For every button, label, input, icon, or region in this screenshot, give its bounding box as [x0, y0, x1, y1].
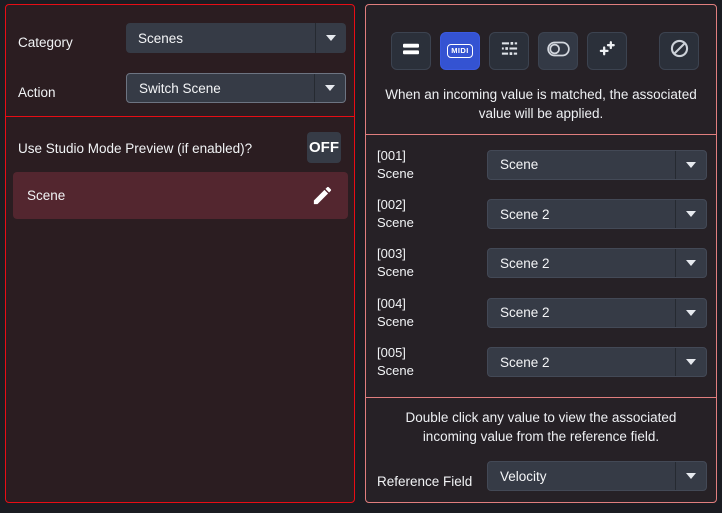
value-mapping-row: [002] Scene Scene 2 [377, 189, 707, 238]
scene-field-row[interactable]: Scene [13, 172, 348, 219]
row-label: [005] Scene [377, 344, 487, 380]
action-dropdown[interactable]: Switch Scene [126, 73, 346, 103]
chevron-down-icon [675, 200, 706, 229]
row-value-dropdown[interactable]: Scene 2 [487, 248, 707, 279]
row-id: [003] [377, 246, 406, 262]
row-id: [005] [377, 345, 406, 361]
sliders-icon-button[interactable] [489, 32, 529, 70]
row-value-dropdown[interactable]: Scene 2 [487, 297, 707, 328]
row-value: Scene 2 [500, 305, 550, 321]
row-type: Scene [377, 215, 414, 231]
red-separator [5, 116, 355, 117]
action-label: Action [18, 85, 56, 100]
chevron-down-icon [675, 348, 706, 377]
row-value-dropdown[interactable]: Scene [487, 149, 707, 180]
row-value: Scene [500, 157, 539, 173]
chevron-down-icon [314, 74, 345, 102]
separator [365, 134, 717, 135]
studio-mode-toggle-button[interactable]: OFF [307, 132, 341, 163]
value-mapping-row: [004] Scene Scene 2 [377, 288, 707, 337]
chevron-down-icon [315, 23, 346, 53]
row-label: [002] Scene [377, 196, 487, 232]
row-id: [002] [377, 197, 406, 213]
pencil-edit-icon[interactable] [311, 184, 334, 207]
reference-field-label: Reference Field [377, 474, 473, 489]
row-id: [004] [377, 295, 406, 311]
scene-field-label: Scene [27, 188, 66, 203]
studio-mode-label: Use Studio Mode Preview (if enabled)? [18, 141, 253, 156]
value-mapping-row: [001] Scene Scene [377, 140, 707, 189]
row-value: Scene 2 [500, 206, 550, 222]
chevron-down-icon [675, 150, 706, 179]
row-label: [003] Scene [377, 245, 487, 281]
chevron-down-icon [675, 249, 706, 278]
value-mapping-row: [005] Scene Scene 2 [377, 338, 707, 387]
toggle-icon [546, 41, 570, 62]
toggle-icon-button[interactable] [538, 32, 578, 70]
value-mapping-row: [003] Scene Scene 2 [377, 239, 707, 288]
chevron-down-icon [675, 462, 706, 490]
value-mapping-list: [001] Scene Scene [002] Scene Scene 2 [0… [377, 140, 707, 387]
ban-icon-button[interactable] [659, 32, 699, 70]
row-label: [001] Scene [377, 147, 487, 183]
row-value-dropdown[interactable]: Scene 2 [487, 199, 707, 230]
value-mode-toolbar: MIDI [391, 32, 699, 70]
midi-icon: MIDI [447, 44, 473, 58]
incoming-value-info-text: When an incoming value is matched, the a… [385, 87, 697, 121]
midi-value-panel: MIDI When an incoming value is matched, … [365, 4, 717, 503]
equals-icon-button[interactable] [391, 32, 431, 70]
add-multiple-icon-button[interactable] [587, 32, 627, 70]
category-dropdown-value: Scenes [138, 30, 184, 46]
row-value: Scene 2 [500, 255, 550, 271]
row-type: Scene [377, 264, 414, 280]
studio-mode-toggle-state: OFF [309, 139, 339, 156]
row-id: [001] [377, 147, 406, 163]
reference-field-value: Velocity [500, 468, 547, 484]
separator [365, 397, 717, 398]
chevron-down-icon [675, 298, 706, 327]
midi-mode-button[interactable]: MIDI [440, 32, 480, 70]
row-type: Scene [377, 313, 414, 329]
ban-icon [669, 38, 690, 64]
category-dropdown[interactable]: Scenes [126, 23, 346, 53]
double-click-info-text: Double click any value to view the assoc… [405, 410, 677, 444]
row-value: Scene 2 [500, 354, 550, 370]
reference-field-dropdown[interactable]: Velocity [487, 461, 707, 491]
action-config-panel: Category Scenes Action Switch Scene Use … [5, 4, 355, 503]
row-type: Scene [377, 165, 414, 181]
equals-icon [401, 39, 421, 64]
sliders-icon [500, 39, 519, 63]
category-label: Category [18, 35, 73, 50]
row-label: [004] Scene [377, 295, 487, 331]
action-dropdown-value: Switch Scene [139, 80, 221, 96]
row-type: Scene [377, 363, 414, 379]
row-value-dropdown[interactable]: Scene 2 [487, 347, 707, 378]
add-multiple-icon [598, 39, 617, 63]
